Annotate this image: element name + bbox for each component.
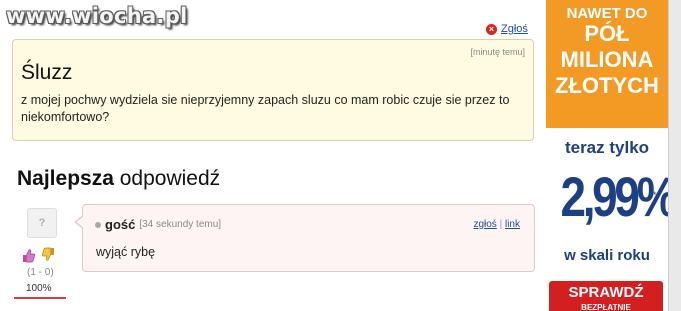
watermark-text: www.wiocha.pl: [6, 4, 188, 28]
vote-count: (1 - 0): [27, 267, 54, 278]
question-body: z mojej pochwy wydziela sie nieprzyjemny…: [21, 93, 510, 124]
ad-top-line: NAWET DO: [566, 5, 648, 22]
answer-bubble-notch-fill: [76, 216, 84, 228]
avatar-placeholder-icon: ?: [38, 217, 46, 229]
advertisement[interactable]: NAWET DO PÓŁ MILIONA ZŁOTYCH teraz tylko…: [546, 0, 678, 311]
ad-orange-panel: NAWET DO PÓŁ MILIONA ZŁOTYCH: [546, 0, 668, 128]
answer-author: gość: [105, 217, 136, 232]
thumbs-down-icon[interactable]: [42, 247, 55, 262]
question-title: Śluzz: [21, 61, 73, 84]
ad-headline: PÓŁ MILIONA ZŁOTYCH: [546, 21, 668, 99]
ad-price: 2,99%: [560, 165, 677, 228]
site-watermark: www.wiocha.pl: [6, 4, 196, 38]
question-box: [minutę temu] Śluzz z mojej pochwy wydzi…: [12, 39, 534, 141]
ad-now-only: teraz tylko: [564, 138, 650, 157]
answer-body: wyjąć rybę: [96, 245, 156, 259]
ad-headline-line1: PÓŁ: [584, 21, 630, 46]
thumbs-up-icon[interactable]: [22, 248, 35, 263]
report-answer-link[interactable]: zgłoś: [473, 219, 496, 230]
ad-headline-line3: ZŁOTYCH: [555, 73, 659, 98]
close-circle-icon: ×: [486, 23, 497, 35]
best-answer-heading: Najlepsza odpowiedź: [17, 167, 220, 191]
answer-actions: zgłoś | link: [473, 219, 520, 230]
question-time: [minutę temu]: [470, 47, 525, 57]
answer-time: [34 sekundy temu]: [139, 219, 222, 230]
best-answer-heading-bold: Najlepsza: [17, 167, 114, 190]
avatar: ?: [27, 208, 57, 238]
best-answer-heading-rest: odpowiedź: [113, 167, 221, 190]
ad-headline-line2: MILIONA: [560, 47, 654, 72]
ad-cta-label: SPRAWDŹ: [568, 284, 644, 301]
answer-permalink[interactable]: link: [505, 219, 520, 230]
ad-cta-button[interactable]: SPRAWDŹ BEZPŁATNIE: [549, 281, 663, 311]
ad-cta-sublabel: BEZPŁATNIE: [581, 303, 631, 311]
actions-separator: |: [499, 219, 503, 230]
answer-header: gość [34 sekundy temu]: [95, 217, 221, 232]
report-question-label[interactable]: Zgłoś: [501, 23, 528, 35]
ad-scale: w skali roku: [564, 247, 650, 264]
author-bullet-icon: [95, 221, 101, 228]
ad-asterisk: *: [653, 190, 657, 200]
answer-box: gość [34 sekundy temu] zgłoś | link wyją…: [82, 204, 535, 272]
report-question-link[interactable]: × Zgłoś: [486, 23, 528, 35]
scrollbar[interactable]: [668, 0, 681, 311]
vote-percent: 100%: [26, 283, 52, 294]
vote-rating-bar: [14, 297, 66, 299]
